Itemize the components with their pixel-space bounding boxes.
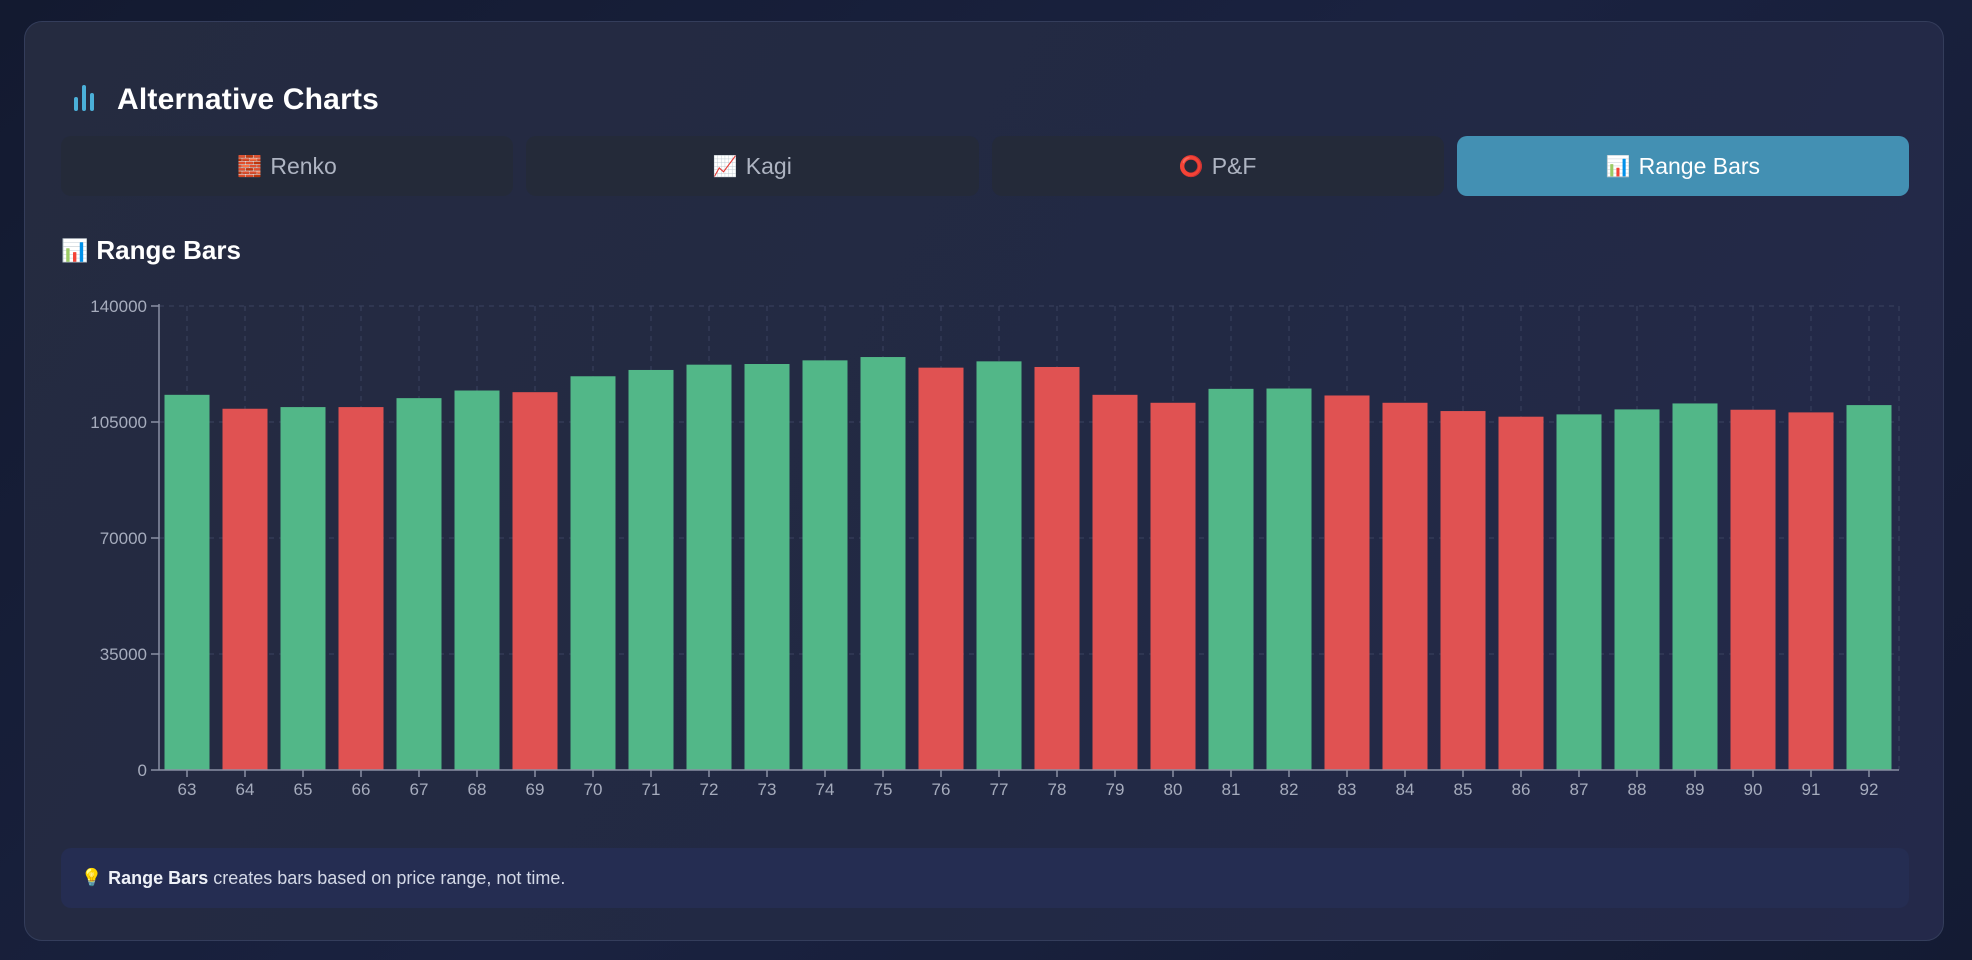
x-tick-label: 80: [1164, 780, 1183, 799]
y-tick-label: 0: [138, 761, 147, 780]
tip-text: creates bars based on price range, not t…: [213, 867, 566, 888]
range-bar-68[interactable]: [454, 390, 500, 770]
range-bar-65[interactable]: [280, 407, 326, 770]
x-tick-label: 88: [1628, 780, 1647, 799]
range-bar-67[interactable]: [396, 398, 442, 770]
x-tick-label: 73: [758, 780, 777, 799]
x-tick-label: 92: [1860, 780, 1879, 799]
x-tick-label: 87: [1570, 780, 1589, 799]
range-bar-91[interactable]: [1788, 412, 1834, 770]
range-bars-chart: 0 35000 70000 105000 140000 63 64 65 66 67 68 69 70 7…: [90, 297, 1900, 799]
range-bar-81[interactable]: [1208, 388, 1254, 770]
range-bar-74[interactable]: [802, 360, 848, 770]
tip-bold: Range Bars: [108, 867, 209, 888]
lightbulb-icon: 💡: [81, 868, 103, 887]
range-bar-71[interactable]: [628, 369, 674, 770]
range-bar-72[interactable]: [686, 364, 732, 770]
range-bar-90[interactable]: [1730, 409, 1776, 770]
info-tip: 💡 Range Bars creates bars based on price…: [61, 848, 1909, 908]
x-tick-label: 83: [1338, 780, 1357, 799]
x-tick-label: 69: [526, 780, 545, 799]
range-bar-66[interactable]: [338, 407, 384, 770]
y-tick-label: 70000: [100, 529, 147, 548]
x-tick-label: 70: [584, 780, 603, 799]
x-tick-label: 75: [874, 780, 893, 799]
x-tick-label: 77: [990, 780, 1009, 799]
range-bar-84[interactable]: [1382, 402, 1428, 770]
y-tick-label: 105000: [90, 413, 147, 432]
x-tick-label: 90: [1744, 780, 1763, 799]
x-tick-label: 86: [1512, 780, 1531, 799]
range-bar-87[interactable]: [1556, 414, 1602, 770]
range-bar-73[interactable]: [744, 364, 790, 770]
x-tick-label: 91: [1802, 780, 1821, 799]
range-bar-77[interactable]: [976, 361, 1022, 770]
range-bar-88[interactable]: [1614, 409, 1660, 770]
x-tick-label: 67: [410, 780, 429, 799]
range-bar-89[interactable]: [1672, 403, 1718, 770]
y-tick-label: 140000: [90, 297, 147, 316]
x-tick-label: 78: [1048, 780, 1067, 799]
x-tick-label: 72: [700, 780, 719, 799]
range-bar-63[interactable]: [164, 394, 210, 770]
x-tick-label: 68: [468, 780, 487, 799]
x-tick-label: 81: [1222, 780, 1241, 799]
x-tick-label: 71: [642, 780, 661, 799]
range-bar-76[interactable]: [918, 367, 964, 770]
x-tick-label: 66: [352, 780, 371, 799]
x-tick-label: 65: [294, 780, 313, 799]
x-tick-label: 64: [236, 780, 255, 799]
x-tick-label: 82: [1280, 780, 1299, 799]
range-bar-92[interactable]: [1846, 405, 1892, 770]
x-tick-label: 84: [1396, 780, 1415, 799]
x-tick-label: 74: [816, 780, 835, 799]
y-tick-label: 35000: [100, 645, 147, 664]
x-tick-label: 89: [1686, 780, 1705, 799]
x-tick-label: 76: [932, 780, 951, 799]
x-tick-label: 85: [1454, 780, 1473, 799]
range-bar-82[interactable]: [1266, 388, 1312, 770]
x-tick-label: 63: [178, 780, 197, 799]
range-bar-86[interactable]: [1498, 416, 1544, 770]
range-bar-75[interactable]: [860, 357, 906, 770]
x-tick-label: 79: [1106, 780, 1125, 799]
range-bar-85[interactable]: [1440, 411, 1486, 770]
range-bar-70[interactable]: [570, 376, 616, 770]
range-bar-64[interactable]: [222, 408, 268, 770]
range-bar-79[interactable]: [1092, 394, 1138, 770]
range-bar-83[interactable]: [1324, 395, 1370, 770]
alternative-charts-card: Alternative Charts 🧱 Renko 📈 Kagi ⭕ P&F …: [24, 21, 1944, 941]
range-bar-78[interactable]: [1034, 366, 1080, 770]
chart-bars: [164, 357, 1892, 770]
range-bar-69[interactable]: [512, 392, 558, 770]
range-bar-80[interactable]: [1150, 402, 1196, 770]
